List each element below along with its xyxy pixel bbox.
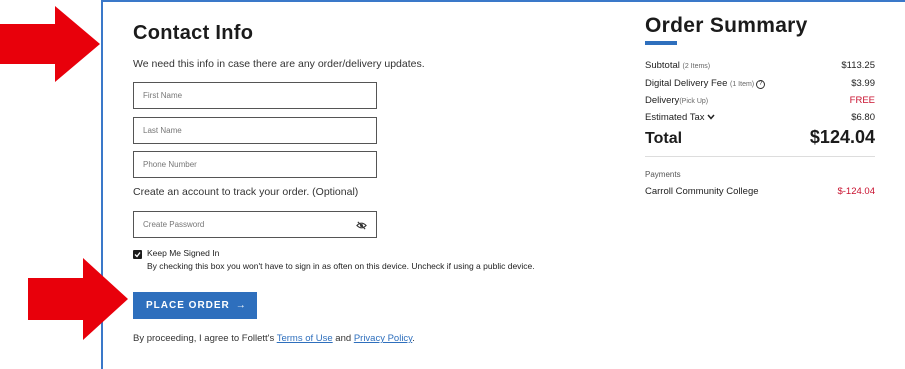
place-order-label: PLACE ORDER (146, 300, 230, 311)
digital-delivery-row: Digital Delivery Fee (1 Item)? $3.99 (645, 78, 875, 92)
delivery-value: FREE (849, 95, 875, 106)
agreement-and: and (332, 333, 354, 344)
red-arrow-annotation-bottom (28, 258, 128, 340)
last-name-input[interactable] (134, 118, 376, 143)
red-arrow-annotation-top (0, 6, 100, 82)
agreement-text: By proceeding, I agree to Follett's Term… (133, 333, 415, 344)
total-row: Total $124.04 (645, 127, 875, 151)
title-underline (645, 41, 677, 45)
checkmark-icon (134, 252, 141, 258)
estimated-tax-row[interactable]: Estimated Tax $6.80 (645, 112, 875, 126)
agreement-suffix: . (412, 333, 415, 344)
create-account-text: Create an account to track your order. (… (133, 186, 359, 198)
subtotal-value: $113.25 (841, 60, 875, 71)
eye-slash-icon[interactable] (356, 220, 367, 231)
delivery-note: (Pick Up) (679, 98, 709, 105)
contact-section: Contact Info We need this info in case t… (133, 22, 553, 70)
place-order-button[interactable]: PLACE ORDER → (133, 292, 257, 319)
estimated-tax-value: $6.80 (851, 112, 875, 123)
keep-signed-in-label: Keep Me Signed In (147, 248, 220, 258)
subtotal-row: Subtotal (2 Items) $113.25 (645, 60, 875, 74)
phone-number-field[interactable] (133, 151, 377, 178)
info-icon[interactable]: ? (756, 80, 766, 89)
subtotal-note: (2 Items) (682, 63, 711, 70)
last-name-field[interactable] (133, 117, 377, 144)
delivery-label-wrap: Delivery(Pick Up) (645, 95, 708, 106)
payment-name: Carroll Community College (645, 186, 759, 197)
create-password-field[interactable] (133, 211, 377, 238)
first-name-input[interactable] (134, 83, 376, 108)
payment-amount: $-124.04 (837, 186, 875, 197)
payment-row: Carroll Community College $-124.04 (645, 186, 875, 200)
subtotal-label-wrap: Subtotal (2 Items) (645, 60, 710, 71)
delivery-row: Delivery(Pick Up) FREE (645, 95, 875, 109)
tax-label-wrap[interactable]: Estimated Tax (645, 112, 715, 123)
privacy-policy-link[interactable]: Privacy Policy (354, 333, 412, 344)
estimated-tax-label[interactable]: Estimated Tax (645, 112, 705, 123)
contact-title: Contact Info (133, 22, 254, 44)
phone-number-input[interactable] (134, 152, 376, 177)
keep-signed-in-description: By checking this box you won't have to s… (147, 261, 535, 271)
contact-subtitle: We need this info in case there are any … (133, 58, 425, 70)
summary-divider (645, 156, 875, 157)
arrow-right-icon: → (235, 300, 247, 311)
panel-border-top (101, 0, 905, 2)
delivery-label: Delivery (645, 95, 680, 106)
keep-signed-in-checkbox[interactable] (133, 250, 142, 259)
chevron-down-icon[interactable] (706, 114, 715, 120)
total-label: Total (645, 130, 683, 147)
total-value: $124.04 (809, 127, 875, 147)
agreement-prefix: By proceeding, I agree to Follett's (133, 333, 277, 344)
subtotal-label: Subtotal (645, 60, 680, 71)
first-name-field[interactable] (133, 82, 377, 109)
digital-delivery-value: $3.99 (851, 78, 875, 89)
create-password-input[interactable] (134, 212, 376, 237)
digital-delivery-note: (1 Item) (730, 81, 755, 88)
terms-of-use-link[interactable]: Terms of Use (277, 333, 333, 344)
digital-label-wrap: Digital Delivery Fee (1 Item)? (645, 78, 766, 89)
order-summary-title: Order Summary (645, 14, 808, 37)
payments-label: Payments (645, 170, 681, 179)
digital-delivery-label: Digital Delivery Fee (645, 78, 728, 89)
